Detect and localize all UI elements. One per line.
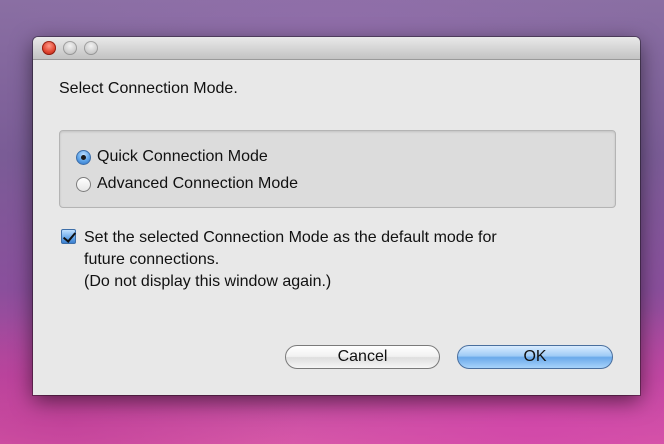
cancel-button[interactable]: Cancel	[285, 345, 440, 369]
quick-connection-mode-option[interactable]: Quick Connection Mode	[76, 147, 268, 167]
set-default-mode-label[interactable]: Set the selected Connection Mode as the …	[84, 227, 614, 293]
connection-mode-group: Quick Connection Mode Advanced Connectio…	[59, 130, 616, 208]
ok-button[interactable]: OK	[457, 345, 613, 369]
advanced-connection-mode-label[interactable]: Advanced Connection Mode	[97, 175, 298, 193]
checkbox-label-line: future connections.	[84, 251, 220, 268]
title-bar[interactable]	[33, 37, 640, 60]
dialog-prompt: Select Connection Mode.	[59, 80, 238, 97]
advanced-connection-mode-option[interactable]: Advanced Connection Mode	[76, 174, 298, 194]
connection-mode-dialog: Select Connection Mode. Quick Connection…	[33, 37, 640, 395]
radio-selected-icon[interactable]	[76, 149, 91, 165]
checkbox-checked-icon[interactable]	[61, 229, 76, 244]
checkbox-label-line: (Do not display this window again.)	[84, 273, 332, 290]
set-default-mode-option[interactable]: Set the selected Connection Mode as the …	[61, 227, 621, 293]
zoom-window-button[interactable]	[84, 41, 98, 55]
radio-unselected-icon[interactable]	[76, 176, 91, 192]
checkbox-label-line: Set the selected Connection Mode as the …	[84, 229, 497, 246]
close-window-button[interactable]	[42, 41, 56, 55]
minimize-window-button[interactable]	[63, 41, 77, 55]
quick-connection-mode-label[interactable]: Quick Connection Mode	[97, 148, 268, 166]
